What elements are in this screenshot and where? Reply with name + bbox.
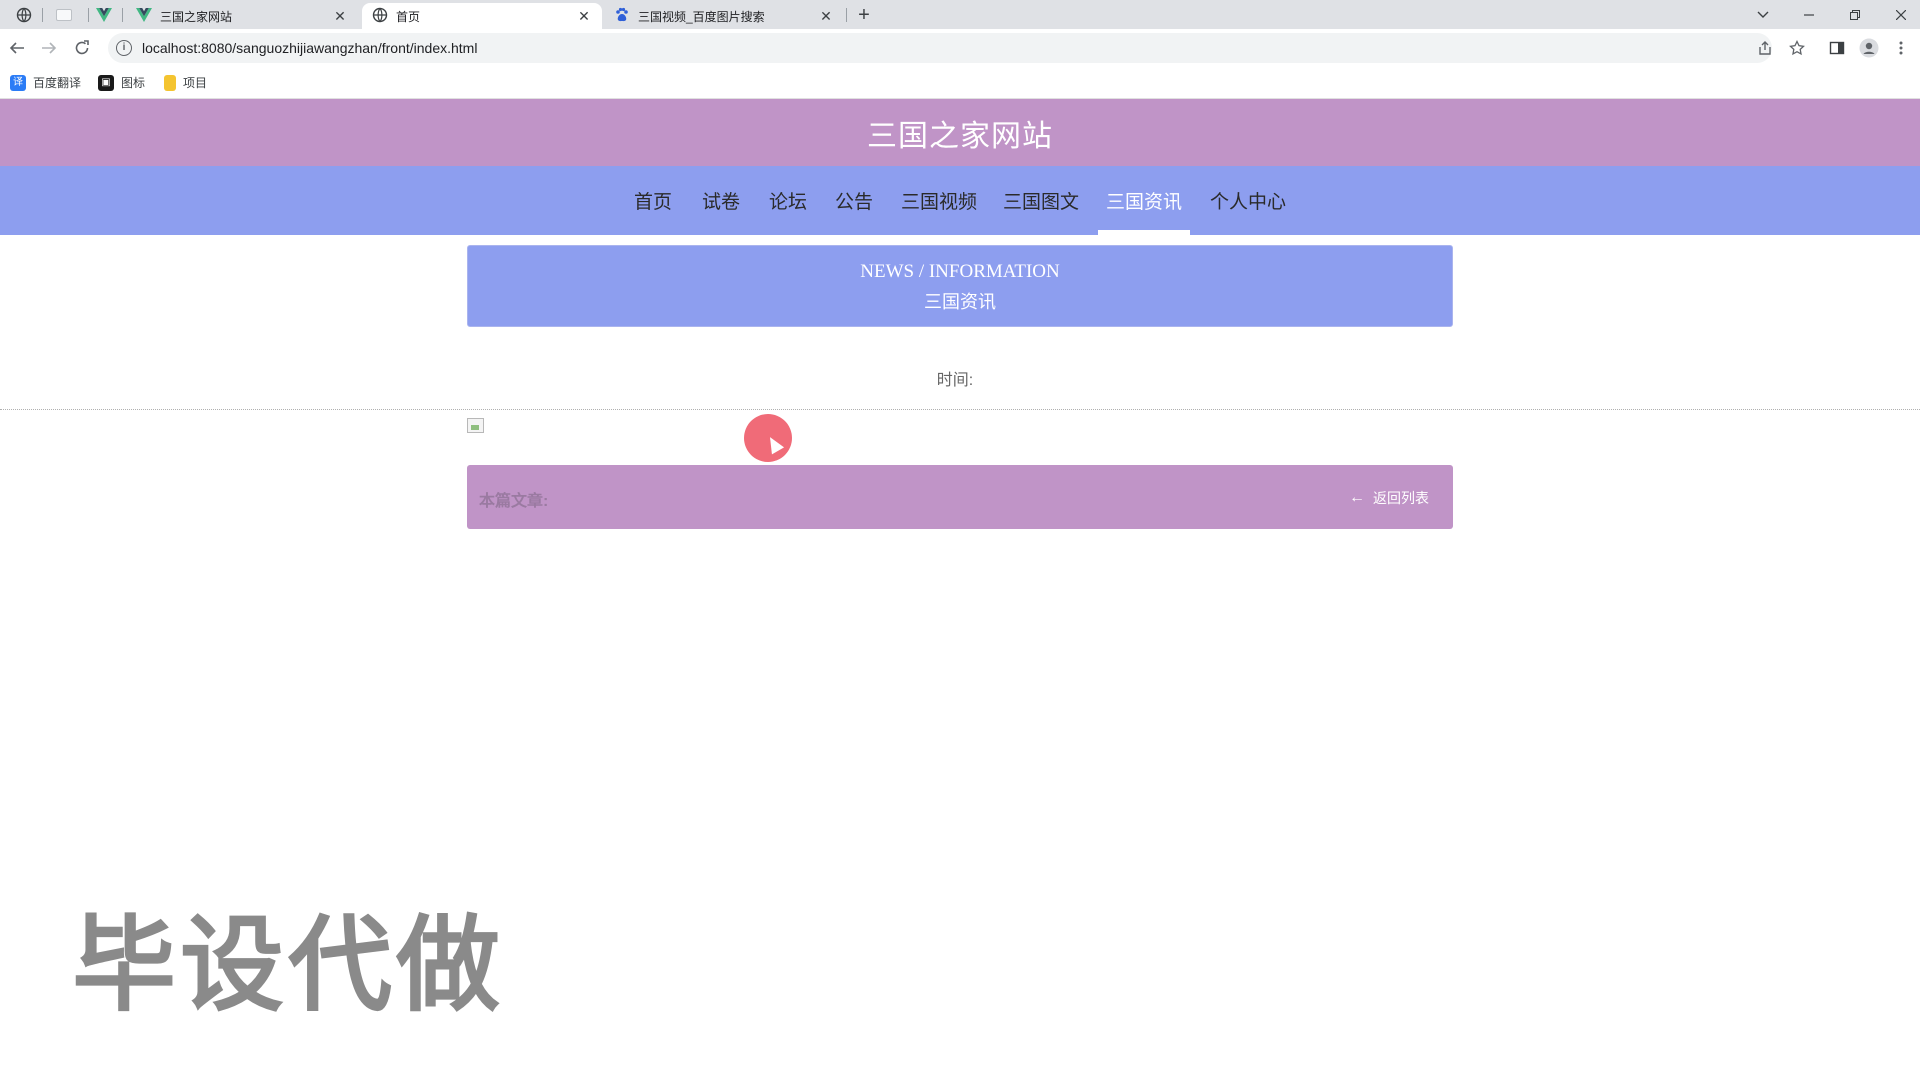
current-article-label: 本篇文章:	[479, 493, 549, 510]
image-icon: ▣	[98, 74, 114, 91]
globe-icon	[372, 7, 388, 26]
site-header: 三国之家网站	[0, 99, 1920, 166]
share-icon[interactable]	[1752, 35, 1778, 61]
back-to-list-label: 返回列表	[1373, 490, 1429, 506]
tab-title: 三国视频_百度图片搜索	[638, 9, 765, 24]
restore-icon[interactable]	[1832, 0, 1878, 29]
article-nav-bar: 本篇文章: ← 返回列表	[467, 465, 1453, 529]
nav-item-exam[interactable]: 试卷	[694, 166, 748, 235]
url-text[interactable]: localhost:8080/sanguozhijiawangzhan/fron…	[142, 40, 477, 56]
bookmark-icons[interactable]: ▣ 图标	[98, 74, 145, 91]
tab-sanguo-home[interactable]: 三国之家网站 ✕	[126, 3, 358, 29]
profile-avatar-icon[interactable]	[1856, 35, 1882, 61]
address-bar-row: i localhost:8080/sanguozhijiawangzhan/fr…	[0, 29, 1920, 66]
divider	[0, 409, 1920, 410]
side-panel-icon[interactable]	[1824, 35, 1850, 61]
star-icon[interactable]	[1784, 35, 1810, 61]
minimize-icon[interactable]	[1786, 0, 1832, 29]
news-banner: NEWS / INFORMATION 三国资讯	[467, 245, 1453, 327]
back-to-list-link[interactable]: ← 返回列表	[1349, 488, 1429, 508]
baidu-paw-icon	[614, 7, 630, 26]
nav-item-notice[interactable]: 公告	[827, 166, 881, 235]
broken-image-icon	[467, 418, 484, 433]
active-nav-indicator	[1098, 230, 1190, 235]
tab-title: 首页	[396, 9, 421, 24]
bookmark-label: 百度翻译	[33, 76, 82, 90]
nav-item-forum[interactable]: 论坛	[761, 166, 815, 235]
nav-item-graphic[interactable]: 三国图文	[997, 166, 1085, 235]
tab-search-icon[interactable]	[1740, 0, 1786, 29]
time-label: 时间:	[936, 372, 974, 389]
browser-tab-strip: 三国之家网站 ✕ 首页 ✕ 三国视频_百度图片搜索 ✕ +	[0, 0, 1920, 29]
close-icon[interactable]: ✕	[332, 8, 348, 24]
arrow-left-icon: ←	[1349, 489, 1365, 506]
bookmark-label: 图标	[121, 76, 146, 90]
url-omnibox[interactable]: i localhost:8080/sanguozhijiawangzhan/fr…	[108, 33, 1772, 63]
nav-item-home[interactable]: 首页	[626, 166, 680, 235]
nav-item-user-center[interactable]: 个人中心	[1204, 166, 1292, 235]
nav-item-video[interactable]: 三国视频	[895, 166, 983, 235]
translate-icon: 译	[10, 74, 26, 91]
back-arrow-icon[interactable]	[4, 35, 30, 61]
bookmark-baidu-translate[interactable]: 译 百度翻译	[10, 74, 81, 91]
folder-icon	[164, 74, 176, 91]
vue-icon	[136, 7, 152, 25]
watermark-text: 毕设代做	[72, 904, 505, 1026]
info-icon[interactable]: i	[116, 40, 132, 56]
close-icon[interactable]: ✕	[818, 8, 834, 24]
bookmark-label: 项目	[183, 76, 208, 90]
vue-icon[interactable]	[92, 0, 116, 29]
globe-icon[interactable]	[12, 0, 36, 29]
forward-arrow-icon[interactable]	[36, 35, 62, 61]
close-window-icon[interactable]	[1878, 0, 1920, 29]
tab-title: 三国之家网站	[160, 9, 233, 24]
new-tab-button[interactable]: +	[852, 3, 876, 27]
site-title: 三国之家网站	[867, 119, 1053, 153]
tab-home[interactable]: 首页 ✕	[362, 3, 602, 29]
reload-icon[interactable]	[69, 35, 95, 61]
nav-item-news[interactable]: 三国资讯	[1100, 166, 1188, 235]
blank-page-icon[interactable]	[52, 0, 76, 29]
main-nav: 首页 试卷 论坛 公告 三国视频 三国图文 三国资讯 个人中心	[0, 166, 1920, 235]
close-icon[interactable]: ✕	[576, 8, 592, 24]
bookmark-projects[interactable]: 项目	[164, 74, 207, 91]
banner-title-en: NEWS / INFORMATION	[860, 261, 1060, 282]
bookmarks-bar: 译 百度翻译 ▣ 图标 项目	[0, 66, 1920, 99]
more-menu-icon[interactable]	[1888, 35, 1914, 61]
tab-baidu-image-search[interactable]: 三国视频_百度图片搜索 ✕	[604, 3, 844, 29]
banner-title-cn: 三国资讯	[924, 292, 996, 312]
article-time: 时间:	[0, 366, 1920, 390]
